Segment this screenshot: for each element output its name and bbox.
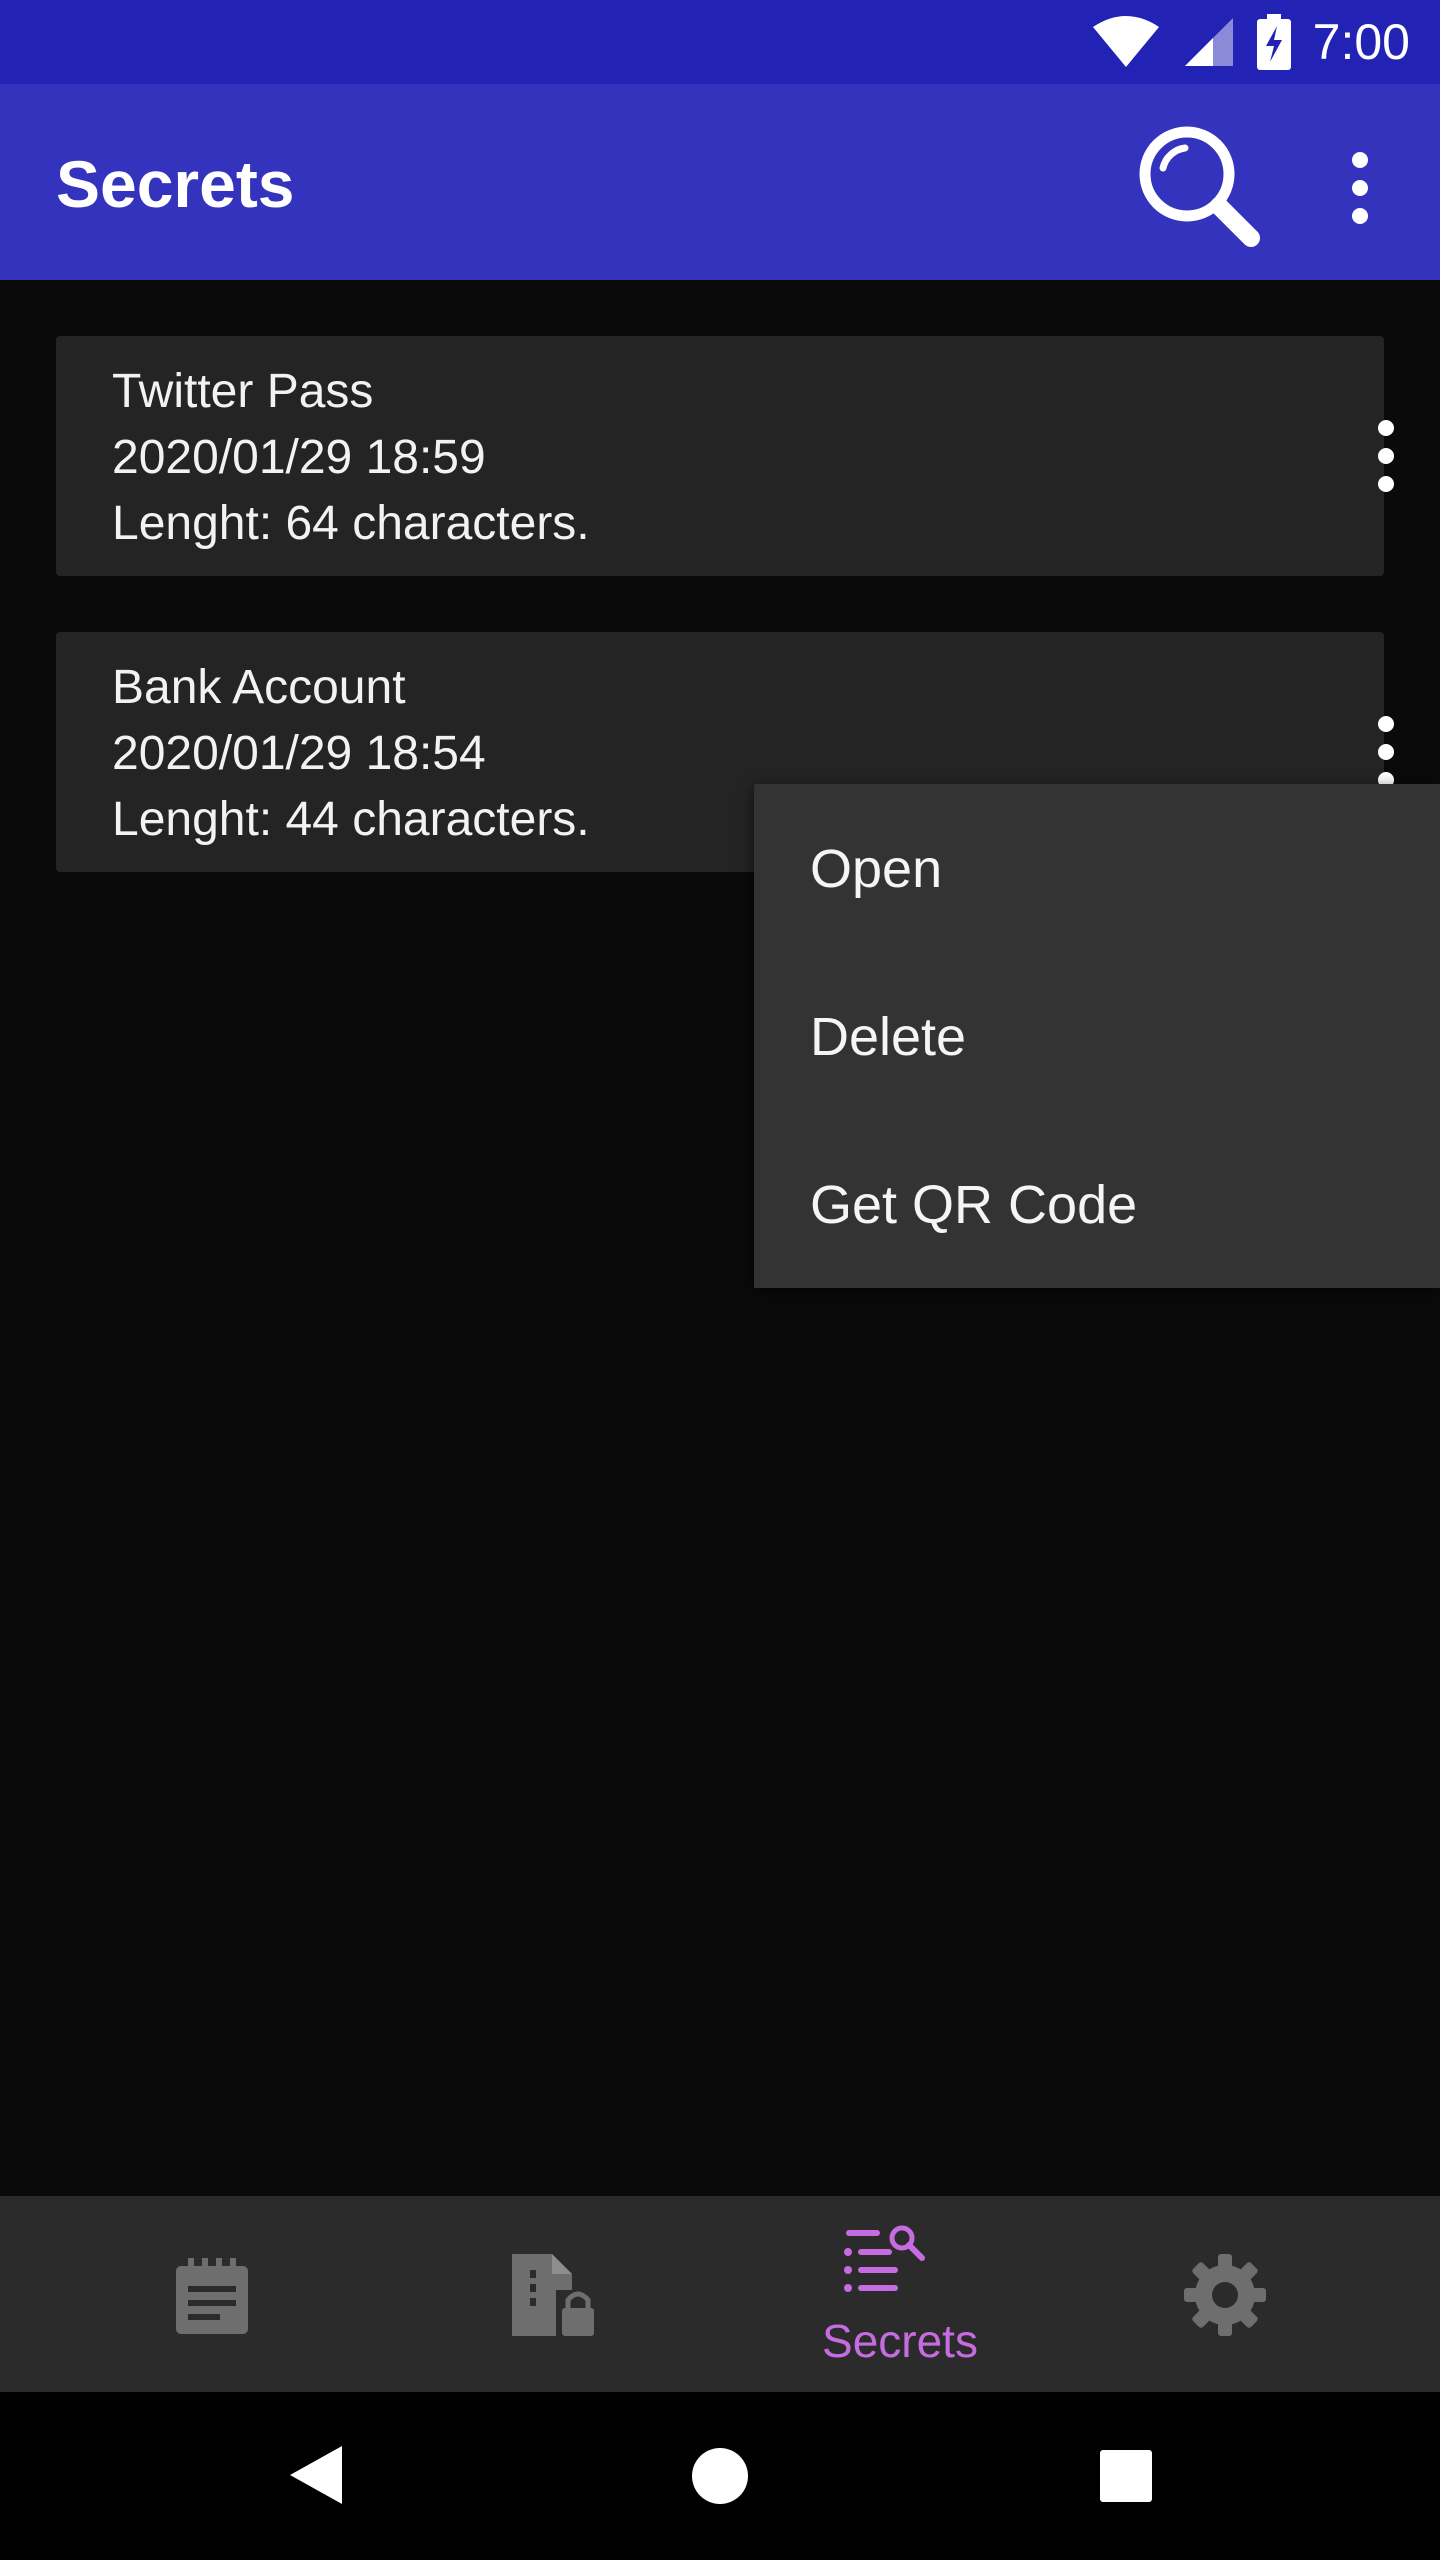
wifi-icon (1092, 16, 1159, 67)
battery-charging-icon (1256, 14, 1291, 70)
system-navigation-bar (0, 2392, 1440, 2560)
bottom-navigation: Secrets (0, 2196, 1440, 2392)
app-bar: Secrets (0, 84, 1440, 280)
secrets-list-search-icon (844, 2225, 925, 2292)
more-vert-icon (1352, 152, 1368, 224)
menu-item-get-qr-code[interactable]: Get QR Code (810, 1174, 1137, 1236)
secret-name: Twitter Pass (112, 365, 374, 418)
search-icon (1139, 126, 1260, 247)
nav-item-secrets[interactable]: Secrets (720, 2196, 1080, 2392)
gear-icon (1184, 2254, 1266, 2336)
locked-file-icon (512, 2254, 594, 2336)
nav-item-notes[interactable] (0, 2196, 360, 2392)
secret-name: Bank Account (112, 661, 406, 714)
home-icon[interactable] (690, 2446, 750, 2506)
menu-item-delete[interactable]: Delete (810, 1006, 966, 1068)
back-icon[interactable] (286, 2442, 346, 2508)
nav-item-locked-files[interactable] (360, 2196, 720, 2392)
nav-item-settings[interactable] (1080, 2196, 1440, 2392)
secret-date: 2020/01/29 18:54 (112, 727, 486, 780)
notes-icon (176, 2258, 248, 2334)
more-vert-icon (1378, 420, 1394, 492)
secret-card[interactable]: Twitter Pass 2020/01/29 18:59 Lenght: 64… (56, 336, 1394, 576)
status-bar: 7:00 (0, 0, 1440, 84)
recents-icon[interactable] (1098, 2448, 1154, 2504)
status-time: 7:00 (1312, 14, 1410, 70)
secret-date: 2020/01/29 18:59 (112, 431, 486, 484)
more-options-button[interactable] (1330, 142, 1390, 232)
secret-menu-button[interactable] (1346, 406, 1426, 506)
secret-length: Lenght: 44 characters. (112, 793, 590, 846)
popup-menu: Open Delete Get QR Code (754, 784, 1440, 1288)
cellular-signal-icon (1184, 18, 1233, 66)
search-button[interactable] (1135, 122, 1265, 252)
nav-label-secrets: Secrets (822, 2315, 978, 2367)
secret-length: Lenght: 64 characters. (112, 497, 590, 550)
page-title: Secrets (56, 147, 295, 221)
menu-item-open[interactable]: Open (810, 838, 942, 900)
